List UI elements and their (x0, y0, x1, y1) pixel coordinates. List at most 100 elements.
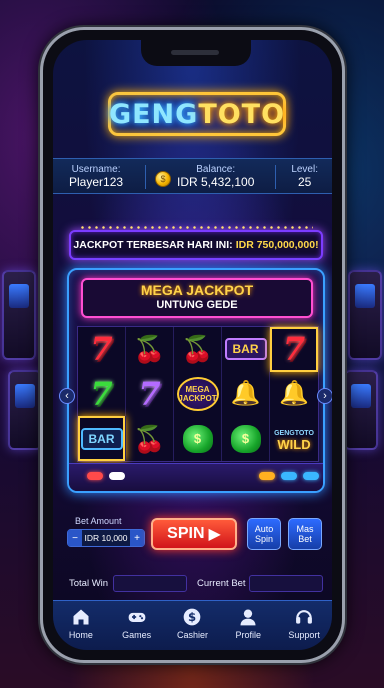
marquee-lights (79, 226, 313, 229)
banner-title: MEGA JACKPOT (140, 282, 254, 298)
mega-symbol-line1: MEGA (185, 384, 210, 394)
mega-symbol-line2: JACKPOT (178, 393, 217, 403)
banner-subtitle: UNTUNG GEDE (156, 299, 238, 311)
reel-cell: 🍒 (126, 327, 174, 372)
play-arrow-icon: ▶ (208, 526, 221, 543)
bet-amount-stepper[interactable]: − IDR 10,000 + (67, 529, 145, 547)
nav-home[interactable]: Home (55, 607, 107, 640)
background-slot-machine (2, 270, 36, 360)
seven-red-symbol: 7 (282, 330, 306, 369)
dollar-icon: $ (184, 608, 201, 626)
headset-icon (296, 610, 312, 624)
reel-cell: BAR (222, 327, 270, 372)
level-stat: Level: 25 (291, 163, 318, 189)
reel-cell: 🍒 (174, 327, 222, 372)
nav-games[interactable]: Games (111, 607, 163, 640)
jackpot-amount: IDR 750,000,000! (235, 239, 319, 251)
divider (145, 165, 146, 189)
seven-red-symbol: 7 (90, 330, 113, 369)
nav-support-label: Support (288, 630, 320, 640)
current-bet-field (249, 575, 323, 592)
nav-games-label: Games (122, 630, 152, 640)
gamepad-icon (128, 612, 146, 622)
phone-notch (141, 40, 251, 66)
console-button-orange[interactable] (259, 472, 275, 480)
background-slot-machine (348, 270, 382, 360)
spin-label: SPIN (167, 525, 205, 542)
money-bag-icon: $ (230, 424, 261, 453)
cherry-icon: 🍒 (133, 334, 166, 365)
money-bag-icon: $ (182, 424, 213, 453)
nav-cashier-label: Cashier (176, 630, 208, 640)
reel-cell: 7 (126, 371, 174, 417)
reel-cell: GENGTOTO WILD (270, 416, 318, 461)
bet-amount-label: Bet Amount (75, 516, 122, 526)
reel-cell: 7 (78, 371, 126, 417)
background-slot-machine (8, 370, 42, 450)
level-value: 25 (297, 175, 312, 189)
totals-row: Total Win Current Bet (67, 574, 327, 594)
nav-profile-label: Profile (235, 630, 262, 640)
home-icon (73, 609, 89, 625)
bottom-navigation: Home Games $ Cashier Profile Support (53, 600, 332, 650)
increase-bet-button[interactable]: + (130, 530, 144, 546)
mega-jackpot-symbol: MEGA JACKPOT (176, 376, 219, 411)
slot-reels[interactable]: 7 🍒 🍒 BAR 7 7 7 MEGA JACKPOT 🔔 🔔 BAR 🍒 $… (77, 326, 319, 462)
balance-value: IDR 5,432,100 (177, 175, 255, 189)
mega-jackpot-banner: MEGA JACKPOT UNTUNG GEDE (81, 278, 313, 318)
jackpot-marquee: JACKPOT TERBESAR HARI INI: IDR 750,000,0… (69, 226, 323, 260)
reel-cell: MEGA JACKPOT (174, 371, 222, 417)
reel-cell-highlighted: BAR (78, 416, 126, 461)
current-bet-label: Current Bet (197, 578, 246, 589)
total-win-field (113, 575, 187, 592)
balance-stat: $ Balance: IDR 5,432,100 (155, 163, 254, 189)
phone-frame: GENG TOTO Username: Player123 $ Balance: … (40, 27, 345, 663)
console-button-red[interactable] (87, 472, 103, 480)
console-button-white[interactable] (109, 472, 125, 480)
bell-icon: 🔔 (230, 379, 261, 407)
reel-cell: 7 (78, 327, 126, 372)
nav-support[interactable]: Support (278, 607, 330, 640)
console-button-blue[interactable] (281, 472, 297, 480)
username-stat: Username: Player123 (69, 163, 123, 189)
divider (275, 165, 276, 189)
console-button-blue[interactable] (303, 472, 319, 480)
cherry-icon: 🍒 (181, 334, 214, 365)
brand-logo: GENG TOTO (108, 92, 286, 136)
bar-symbol: BAR (80, 427, 123, 450)
decrease-bet-button[interactable]: − (68, 530, 82, 546)
wild-label: WILD (277, 436, 311, 452)
bet-controls: Bet Amount − IDR 10,000 + SPIN ▶ Auto Sp… (67, 516, 327, 564)
chevron-left-icon[interactable]: ‹ (59, 388, 75, 404)
nav-profile[interactable]: Profile (222, 607, 274, 640)
max-bet-button[interactable]: Mas Bet (288, 518, 322, 550)
nav-home-label: Home (68, 630, 93, 640)
player-stats-bar: Username: Player123 $ Balance: IDR 5,432… (53, 158, 332, 194)
jackpot-label: JACKPOT TERBESAR HARI INI: (73, 239, 233, 251)
chevron-right-icon[interactable]: › (317, 388, 332, 404)
reel-cell: $ (174, 416, 222, 461)
seven-green-symbol: 7 (90, 374, 113, 413)
app-screen: GENG TOTO Username: Player123 $ Balance: … (53, 40, 332, 650)
auto-spin-button[interactable]: Auto Spin (247, 518, 281, 550)
user-icon (240, 609, 256, 626)
cherry-icon: 🍒 (133, 423, 166, 454)
svg-text:$: $ (188, 610, 196, 624)
reel-cell: 🔔 (222, 371, 270, 417)
reel-cell: $ (222, 416, 270, 461)
reel-cell: 🍒 (126, 416, 174, 461)
seven-purple-symbol: 7 (138, 374, 161, 413)
slot-machine: MEGA JACKPOT UNTUNG GEDE 7 🍒 🍒 BAR 7 7 7… (59, 268, 332, 493)
spin-button[interactable]: SPIN ▶ (151, 518, 237, 550)
bet-amount-value: IDR 10,000 (84, 533, 128, 543)
reel-cell-highlighted: 7 (270, 327, 318, 372)
bell-icon: 🔔 (279, 379, 309, 407)
nav-cashier[interactable]: $ Cashier (166, 607, 218, 640)
logo-text-part2: TOTO (198, 98, 286, 130)
total-win-label: Total Win (69, 578, 109, 589)
bar-symbol: BAR (224, 338, 267, 361)
wild-symbol: GENGTOTO WILD (274, 428, 314, 452)
machine-console (69, 463, 323, 491)
logo-text-part1: GENG (108, 98, 199, 130)
coin-stack-icon: $ (155, 171, 171, 187)
